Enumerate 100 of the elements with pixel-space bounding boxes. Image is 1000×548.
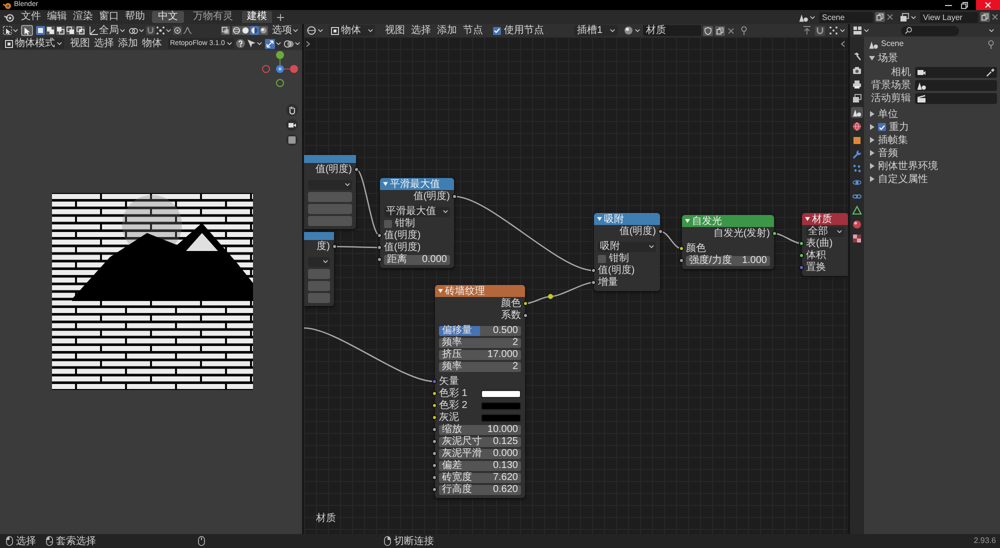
material-name-field[interactable]: 材质 — [643, 25, 701, 36]
menu-item[interactable]: 物体 — [141, 38, 163, 49]
minimize-icon[interactable] — [945, 4, 952, 6]
number-field[interactable] — [308, 204, 352, 214]
options-dropdown[interactable]: 选项 — [271, 25, 299, 36]
checkbox-label[interactable]: 使用节点 — [504, 25, 544, 36]
sphere-icon[interactable] — [232, 26, 241, 35]
node-dropdown[interactable]: 平滑最大值 — [384, 206, 450, 216]
duplicate-icon[interactable] — [875, 12, 885, 22]
node-card[interactable]: 平滑最大值 值(明度) 平滑最大值 钳制 值(明度) 值(明度) 距离 0.000 — [380, 178, 454, 268]
socket-icon[interactable] — [377, 257, 382, 262]
triangle-down-icon[interactable] — [383, 182, 388, 186]
number-field[interactable] — [308, 280, 330, 290]
menu-item[interactable]: 编辑 — [44, 11, 70, 23]
pin-icon[interactable] — [740, 26, 748, 35]
socket-icon[interactable] — [679, 246, 684, 251]
checkbox[interactable] — [878, 123, 886, 131]
number-field[interactable]: 频率 2 — [439, 362, 521, 372]
dotted-grid-icon[interactable] — [829, 26, 838, 35]
curve-icon[interactable] — [183, 27, 192, 34]
camera-icon[interactable] — [286, 119, 298, 131]
socket-icon[interactable] — [432, 391, 437, 396]
panel-title[interactable]: 自定义属性 — [878, 174, 928, 184]
socket-icon[interactable] — [591, 280, 596, 285]
eye-icon[interactable] — [851, 177, 863, 188]
data-field[interactable] — [915, 67, 997, 78]
dotted-grid-icon[interactable] — [156, 26, 165, 35]
socket-icon[interactable] — [432, 415, 437, 420]
shaded-sphere-icon[interactable] — [624, 26, 633, 35]
panel-title[interactable]: 音频 — [878, 148, 898, 158]
number-field[interactable]: 行高度 0.620 — [439, 484, 521, 494]
node-card[interactable]: 值(明度) — [304, 155, 356, 229]
wrench-icon[interactable] — [851, 149, 863, 160]
sphere-icon[interactable] — [250, 26, 259, 35]
node-card[interactable]: 自发光 自发光(发射) 颜色 强度/力度 1.000 — [682, 215, 774, 269]
number-field[interactable]: 频率 2 — [439, 338, 521, 348]
triangle-down-icon[interactable] — [685, 219, 690, 223]
camera-icon[interactable] — [851, 65, 863, 76]
hand-icon[interactable] — [286, 104, 298, 116]
triangle-right-icon[interactable] — [869, 150, 875, 156]
slider-field[interactable]: 偏移量 0.500 — [439, 326, 521, 336]
checkbox[interactable] — [493, 26, 501, 34]
close-icon[interactable] — [728, 28, 734, 34]
node-dropdown[interactable]: 全部 — [806, 226, 844, 236]
triangle-icon[interactable] — [851, 205, 863, 216]
duplicate-icon[interactable] — [715, 26, 725, 36]
grid-squares-icon[interactable] — [853, 26, 862, 35]
node-card[interactable]: 度) — [304, 232, 334, 306]
socket-icon[interactable] — [377, 233, 382, 238]
number-field[interactable] — [308, 292, 330, 302]
number-field[interactable] — [308, 216, 352, 226]
socket-icon[interactable] — [658, 229, 663, 234]
dots-icon[interactable] — [851, 163, 863, 174]
overlapping-circles-icon[interactable] — [284, 40, 294, 48]
sphere-icon[interactable] — [259, 26, 268, 35]
search-field[interactable] — [901, 26, 959, 36]
socket-icon[interactable] — [432, 487, 437, 492]
socket-icon[interactable] — [354, 167, 359, 172]
circle-dot-icon[interactable] — [173, 26, 182, 35]
socket-icon[interactable] — [799, 241, 804, 246]
triangle-down-icon[interactable] — [869, 55, 875, 61]
rings-icon[interactable] — [129, 28, 138, 34]
menu-item[interactable]: 渲染 — [70, 11, 96, 23]
checkbox[interactable] — [598, 254, 606, 262]
cone-sphere-icon[interactable] — [799, 12, 808, 22]
node-dropdown[interactable] — [308, 256, 330, 266]
workspace-tab[interactable]: 万物有灵 — [188, 11, 238, 23]
close-button[interactable] — [976, 0, 1000, 10]
socket-icon[interactable] — [523, 313, 528, 318]
socket-icon[interactable] — [452, 194, 457, 199]
node-card[interactable]: 材质 全部 表(曲) 体积 置换 — [802, 213, 848, 276]
number-field[interactable] — [308, 192, 352, 202]
sphere-icon[interactable] — [241, 26, 250, 35]
node-dropdown[interactable] — [308, 180, 352, 190]
panel-title[interactable]: 场景 — [878, 52, 898, 64]
color-swatch[interactable] — [481, 402, 521, 410]
menu-item[interactable]: 视图 — [69, 38, 91, 49]
printer-icon[interactable] — [851, 79, 863, 90]
menu-item[interactable]: 文件 — [18, 11, 44, 23]
socket-icon[interactable] — [332, 244, 337, 249]
data-field[interactable] — [915, 80, 997, 91]
logo-icon[interactable] — [4, 12, 14, 22]
arrow-up-icon[interactable] — [803, 26, 811, 35]
menu-item[interactable]: 帮助 — [122, 11, 148, 23]
image-stack-icon[interactable] — [851, 93, 863, 104]
socket-icon[interactable] — [679, 258, 684, 263]
move-arrows-icon[interactable] — [264, 38, 275, 48]
close-icon[interactable] — [992, 14, 998, 20]
duplicate-icon[interactable] — [980, 12, 990, 22]
socket-icon[interactable] — [432, 463, 437, 468]
triangle-right-icon[interactable] — [869, 176, 875, 182]
number-field[interactable]: 灰泥平滑 0.000 — [439, 448, 521, 458]
triangle-right-icon[interactable] — [869, 124, 875, 130]
triangle-down-icon[interactable] — [438, 289, 443, 293]
menu-item[interactable]: 添加 — [435, 25, 459, 36]
menu-item[interactable]: 选择 — [409, 25, 433, 36]
number-field[interactable]: 偏差 0.130 — [439, 460, 521, 470]
checker-icon[interactable] — [851, 233, 863, 244]
socket-icon[interactable] — [772, 231, 777, 236]
eyedropper-icon[interactable] — [986, 68, 995, 77]
